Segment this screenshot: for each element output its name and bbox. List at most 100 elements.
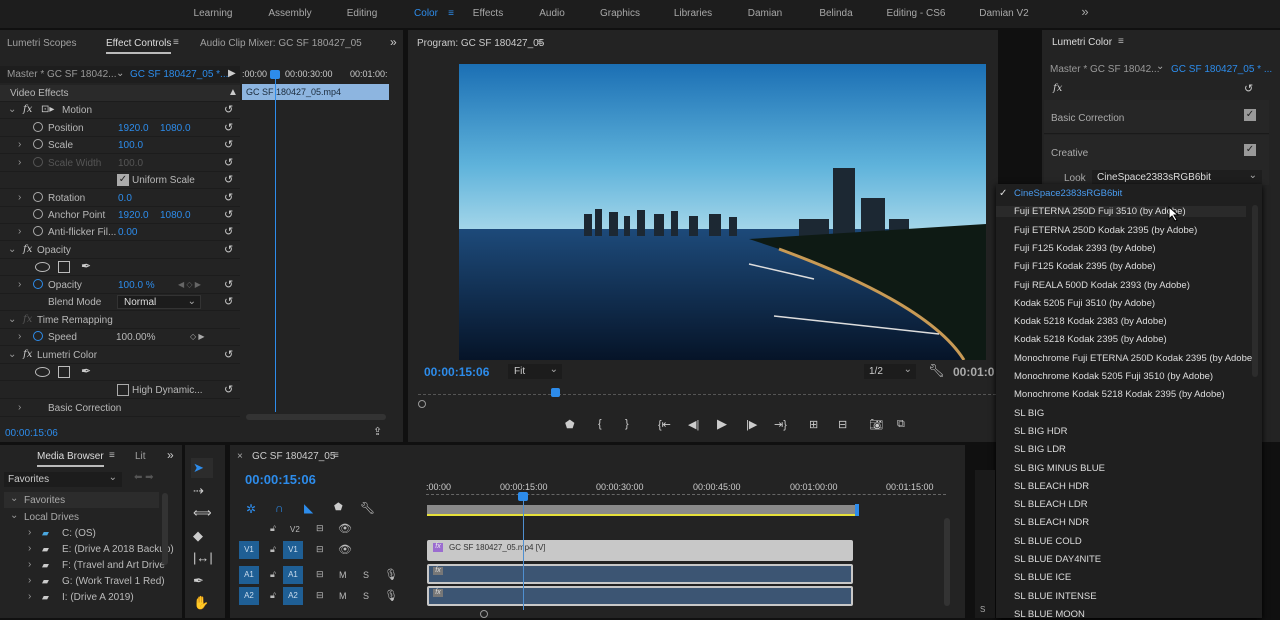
back-forward-icon[interactable]: ⬅ ➡ — [134, 472, 154, 483]
keyframe-nav[interactable]: ◇ ▶ — [190, 332, 205, 341]
more-panels-icon[interactable]: » — [167, 448, 174, 462]
chevron-down-icon[interactable]: ⌄ — [8, 314, 16, 325]
workspace-learning[interactable]: Learning — [194, 8, 233, 19]
media-scrollbar[interactable] — [162, 493, 168, 565]
resolution-select[interactable]: 1/2 ⌄ — [864, 364, 916, 379]
look-option[interactable]: Kodak 5218 Kodak 2383 (by Adobe) — [1014, 316, 1167, 327]
drive-item[interactable]: › ▰ G: (Work Travel 1 Red) — [4, 574, 165, 590]
play-icon[interactable]: ▶ — [717, 416, 727, 432]
rectangle-mask-icon[interactable] — [58, 366, 70, 378]
reset-icon[interactable]: ↺ — [224, 295, 233, 308]
chevron-down-icon[interactable]: ⌄ — [1156, 61, 1164, 72]
panel-menu-icon[interactable]: ≡ — [333, 450, 339, 461]
opacity-value[interactable]: 100.0 % — [118, 280, 155, 291]
settings-wrench-icon[interactable]: 🔧︎ — [360, 501, 375, 515]
program-playhead[interactable] — [551, 388, 560, 397]
collapse-icon[interactable]: ▲ — [228, 87, 238, 98]
track-select-tool-icon[interactable]: ⇢ — [193, 483, 204, 499]
panel-menu-icon[interactable]: ≡ — [537, 37, 543, 48]
look-option[interactable]: Monochrome Kodak 5218 Kodak 2395 (by Ado… — [1014, 389, 1225, 400]
selection-tool-icon[interactable]: ➤ — [193, 460, 204, 476]
stopwatch-icon[interactable] — [33, 226, 43, 236]
stopwatch-icon[interactable] — [33, 122, 43, 132]
work-area-bar[interactable] — [427, 505, 857, 516]
chevron-right-icon[interactable]: › — [18, 226, 21, 237]
reset-icon[interactable]: ↺ — [224, 348, 233, 361]
mark-out-icon[interactable]: } — [625, 418, 629, 430]
lock-icon[interactable]: 🔓︎ — [270, 590, 276, 601]
look-option[interactable]: Kodak 5205 Fuji 3510 (by Adobe) — [1014, 298, 1155, 309]
look-option[interactable]: Fuji REALA 500D Kodak 2393 (by Adobe) — [1014, 280, 1190, 291]
panel-menu-icon[interactable]: ≡ — [1118, 36, 1124, 47]
look-option[interactable]: Fuji F125 Kodak 2395 (by Adobe) — [1014, 261, 1156, 272]
high-dynamic-checkbox[interactable] — [117, 384, 129, 396]
sync-lock-icon[interactable]: ⊟ — [316, 523, 324, 534]
reset-icon[interactable]: ↺ — [224, 156, 233, 169]
add-marker-icon[interactable]: ⬟ — [334, 502, 343, 513]
voiceover-mic-icon[interactable]: 🎙︎ — [384, 568, 398, 581]
workspace-assembly[interactable]: Assembly — [268, 8, 311, 19]
voiceover-mic-icon[interactable]: 🎙︎ — [384, 589, 398, 602]
chevron-right-icon[interactable]: › — [18, 279, 21, 290]
ec-clip-bar[interactable]: GC SF 180427_05.mp4 — [242, 84, 389, 100]
timeline-timecode[interactable]: 00:00:15:06 — [245, 472, 316, 487]
look-option[interactable]: SL BLEACH LDR — [1014, 499, 1088, 510]
chevron-right-icon[interactable]: › — [28, 543, 31, 554]
workspace-damian[interactable]: Damian — [748, 8, 782, 19]
look-option[interactable]: CineSpace2383sRGB6bit — [1014, 188, 1122, 199]
video-clip[interactable]: fx GC SF 180427_05.mp4 [V] — [427, 540, 853, 561]
eye-icon[interactable]: 👁︎ — [338, 522, 352, 535]
source-patch-a1[interactable]: A1 — [239, 566, 259, 584]
chevron-right-icon[interactable]: › — [28, 575, 31, 586]
workspace-audio[interactable]: Audio — [539, 8, 565, 19]
nest-icon[interactable]: ✲ — [246, 502, 256, 516]
chevron-right-icon[interactable]: › — [18, 331, 21, 342]
reset-icon[interactable]: ↺ — [224, 383, 233, 396]
more-panels-icon[interactable]: » — [390, 35, 397, 49]
workspace-editing-cs6[interactable]: Editing - CS6 — [887, 8, 946, 19]
vertical-scrollbar[interactable] — [944, 518, 950, 606]
reset-icon[interactable]: ↺ — [224, 138, 233, 151]
ripple-edit-tool-icon[interactable]: ⟺ — [193, 505, 212, 521]
ellipse-mask-icon[interactable] — [35, 262, 50, 272]
workspace-belinda[interactable]: Belinda — [819, 8, 852, 19]
chevron-down-icon[interactable]: ⌄ — [8, 349, 16, 360]
ellipse-mask-icon[interactable] — [35, 367, 50, 377]
tab-media-browser[interactable]: Media Browser — [37, 451, 104, 467]
drive-item[interactable]: › ▰ E: (Drive A 2018 Backup) — [4, 542, 174, 558]
rotation-value[interactable]: 0.0 — [118, 193, 132, 204]
work-area-end[interactable] — [855, 504, 859, 516]
sequence-clip[interactable]: GC SF 180427_05 *... — [130, 69, 228, 80]
timeline-ruler[interactable]: :00:00 00:00:15:00 00:00:30:00 00:00:45:… — [426, 480, 956, 500]
anchor-x[interactable]: 1920.0 — [118, 210, 149, 221]
ec-zoom-scrollbar[interactable] — [246, 414, 386, 420]
source-patch-a2[interactable]: A2 — [239, 587, 259, 605]
program-ruler[interactable] — [418, 394, 996, 399]
horizontal-zoom-handle[interactable] — [480, 610, 488, 618]
snap-icon[interactable]: ∩ — [275, 501, 284, 515]
track-target-a1[interactable]: A1 — [283, 566, 303, 584]
chevron-right-icon[interactable]: › — [18, 157, 21, 168]
drive-item[interactable]: › ▰ C: (OS) — [4, 526, 159, 542]
step-back-icon[interactable]: ◀| — [688, 418, 699, 431]
uniform-scale-checkbox[interactable]: ✓ — [117, 174, 129, 186]
fx-icon[interactable]: fx — [23, 349, 32, 360]
look-option[interactable]: Monochrome Fuji ETERNA 250D Kodak 2395 (… — [1014, 353, 1255, 364]
look-select[interactable]: CineSpace2383sRGB6bit ⌄ — [1092, 170, 1262, 185]
sync-lock-icon[interactable]: ⊟ — [316, 544, 324, 555]
scale-value[interactable]: 100.0 — [118, 140, 143, 151]
chevron-right-icon[interactable]: › — [18, 139, 21, 150]
chevron-down-icon[interactable]: ⌄ — [8, 104, 16, 115]
workspace-editing[interactable]: Editing — [347, 8, 378, 19]
step-forward-icon[interactable]: |▶ — [746, 418, 757, 431]
reset-icon[interactable]: ↺ — [224, 103, 233, 116]
fx-icon[interactable]: fx — [23, 104, 32, 115]
look-option[interactable]: Kodak 5218 Kodak 2395 (by Adobe) — [1014, 334, 1167, 345]
stopwatch-icon[interactable] — [33, 279, 43, 289]
transform-icon[interactable]: ⊡▸ — [41, 104, 54, 115]
fx-icon[interactable]: fx — [1053, 83, 1062, 94]
export-frame-icon[interactable]: 📷︎ — [869, 418, 883, 431]
mute-button[interactable]: M — [339, 591, 347, 601]
look-option[interactable]: Fuji F125 Kodak 2393 (by Adobe) — [1014, 243, 1156, 254]
chevron-right-icon[interactable]: › — [28, 559, 31, 570]
